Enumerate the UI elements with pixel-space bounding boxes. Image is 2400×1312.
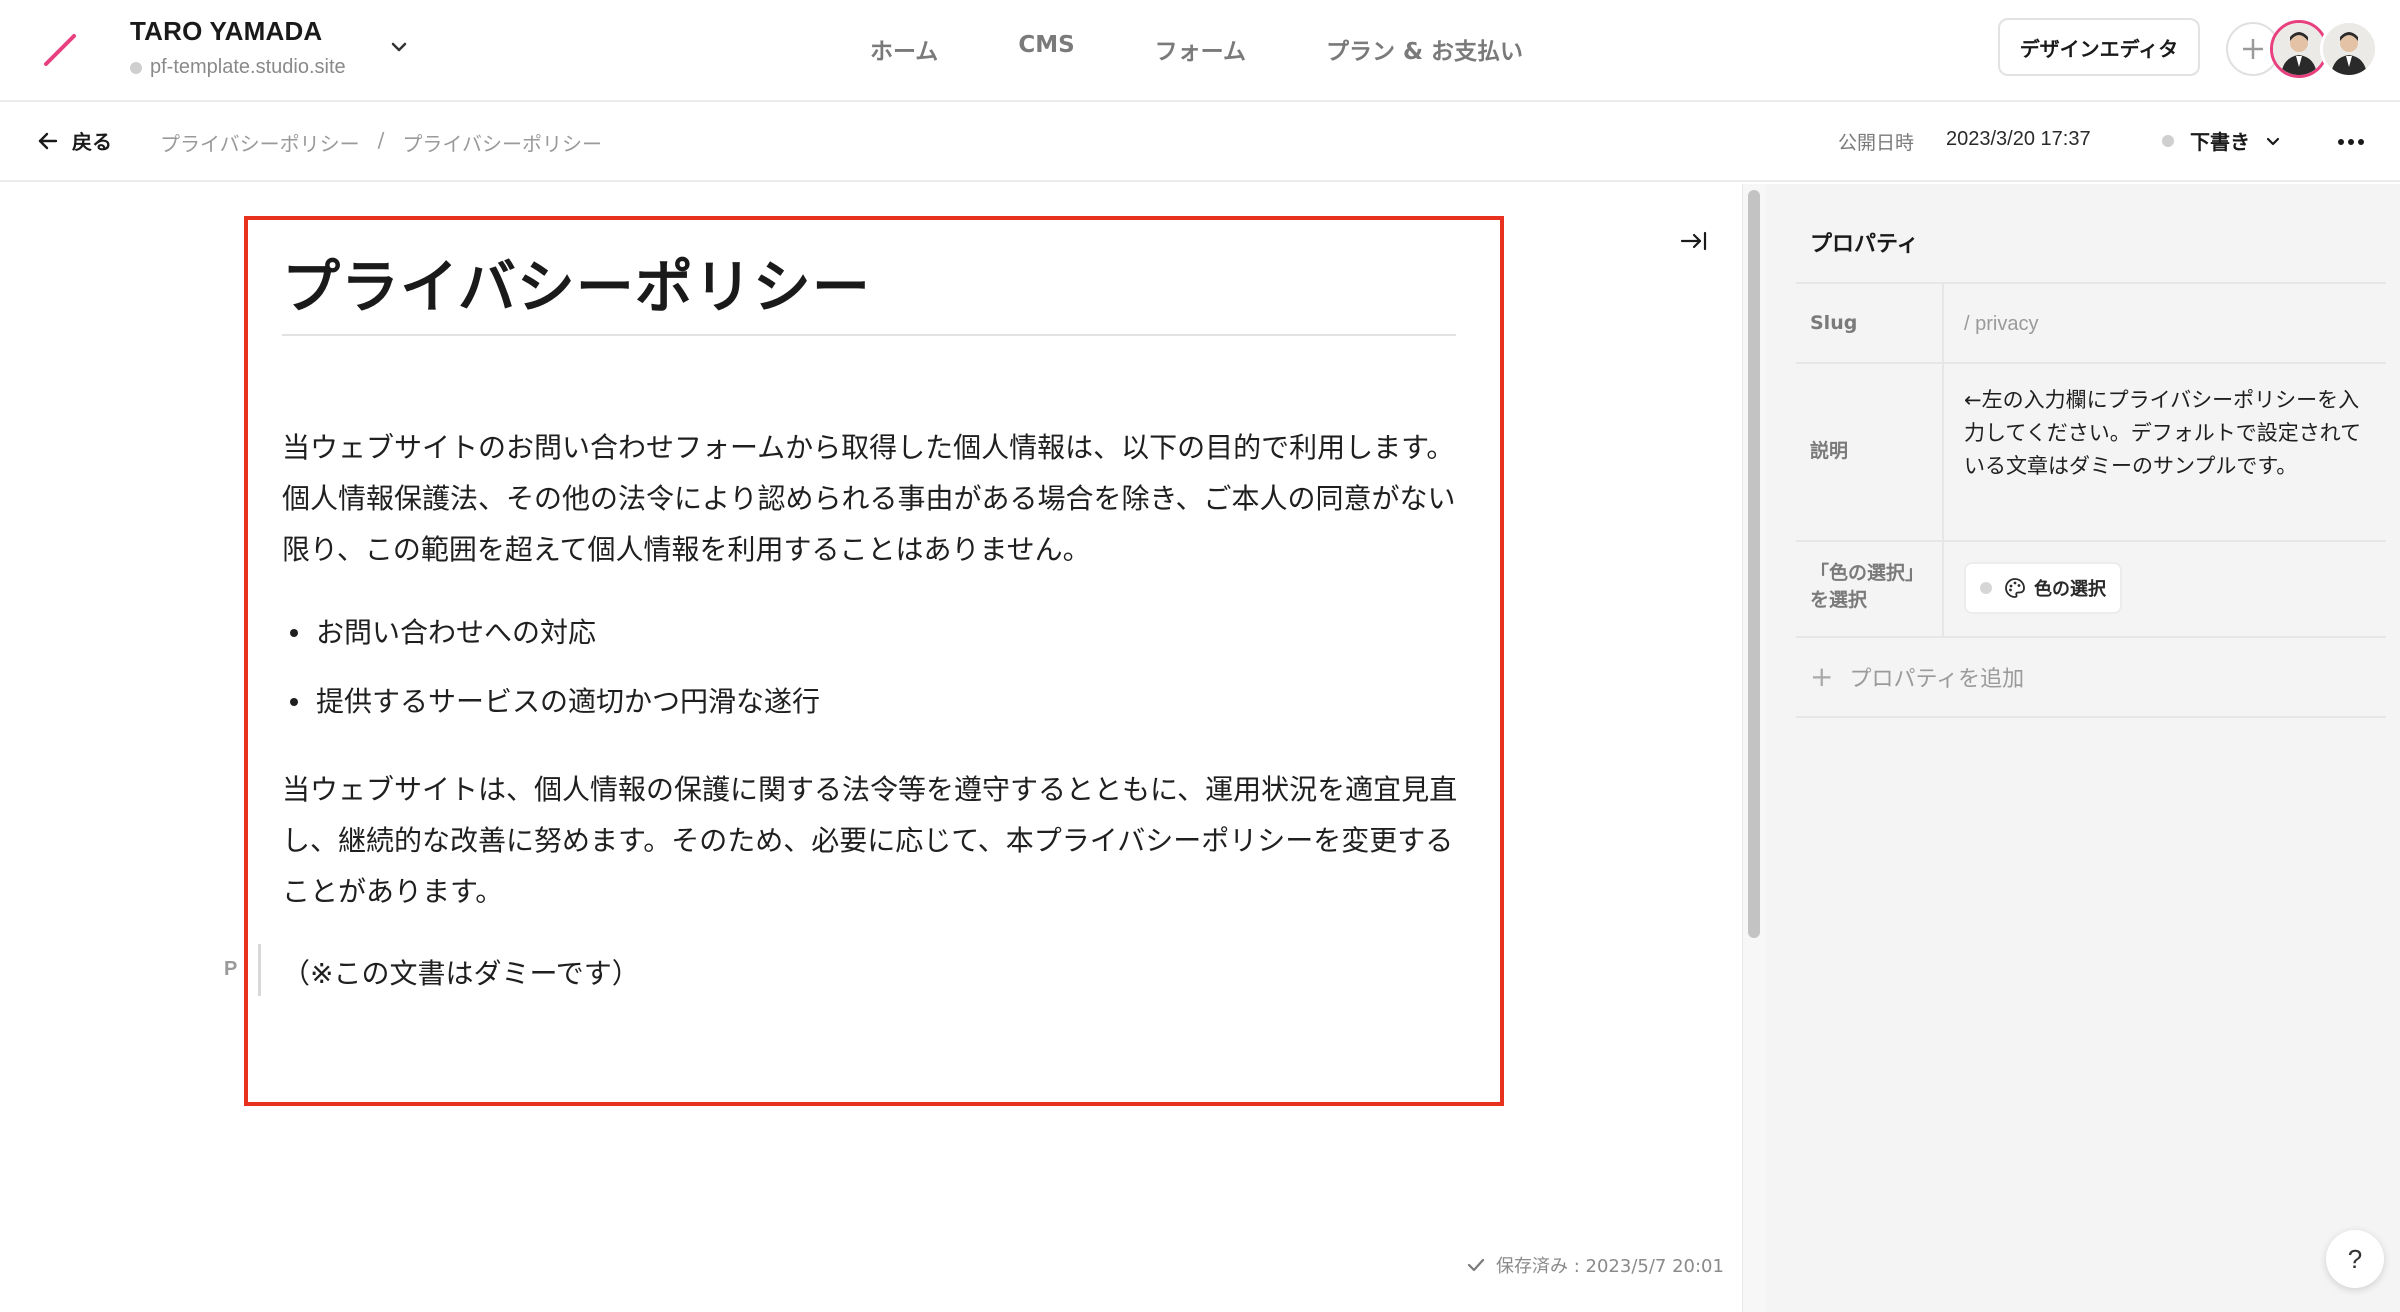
save-status-text: 保存済み : 2023/5/7 20:01 <box>1496 1256 1724 1277</box>
plus-icon <box>2243 39 2263 59</box>
body-paragraph[interactable]: 当ウェブサイトのお問い合わせフォームから取得した個人情報は、以下の目的で利用しま… <box>282 422 1462 575</box>
bullet-icon <box>290 698 298 706</box>
plus-icon: + <box>1810 660 1834 693</box>
property-column-divider <box>1942 542 1944 636</box>
color-select-label: 「色の選択」を選択 <box>1810 562 1925 611</box>
site-status-dot <box>130 61 142 74</box>
slug-label: Slug <box>1810 312 1858 334</box>
top-bar: TARO YAMADA pf-template.studio.site ホーム … <box>0 0 2400 102</box>
back-label: 戻る <box>72 130 112 154</box>
properties-panel <box>1766 184 2400 1312</box>
save-status: 保存済み : 2023/5/7 20:01 <box>1466 1252 1724 1278</box>
status-dropdown[interactable]: 下書き <box>2162 126 2282 155</box>
title-divider <box>282 334 1456 336</box>
block-type-label[interactable]: P <box>224 958 237 981</box>
list-item[interactable]: お問い合わせへの対応 <box>290 608 820 658</box>
active-block-indicator <box>258 944 261 996</box>
body-paragraph[interactable]: （※この文書はダミーです） <box>282 948 1462 999</box>
breadcrumb-item[interactable]: プライバシーポリシー <box>402 128 602 157</box>
color-select-button[interactable]: 色の選択 <box>1964 562 2122 614</box>
check-icon <box>1467 1258 1485 1272</box>
editor-sub-bar: 戻る プライバシーポリシー / プライバシーポリシー 公開日時 2023/3/2… <box>0 102 2400 182</box>
status-label: 下書き <box>2190 130 2250 154</box>
scrollbar-thumb[interactable] <box>1748 190 1760 938</box>
list-item-text: 提供するサービスの適切かつ円滑な遂行 <box>316 685 821 718</box>
site-name: TARO YAMADA <box>130 16 323 46</box>
user-avatar-icon <box>2273 23 2325 75</box>
arrow-left-icon <box>38 132 58 149</box>
avatar[interactable] <box>2320 20 2378 78</box>
chevron-down-icon[interactable] <box>388 36 410 58</box>
collapse-panel-icon[interactable] <box>1680 228 1708 254</box>
site-url: pf-template.studio.site <box>130 56 346 79</box>
description-field[interactable]: ←左の入力欄にプライバシーポリシーを入力してください。デフォルトで設定されている… <box>1964 384 2374 483</box>
breadcrumb: プライバシーポリシー / プライバシーポリシー <box>160 128 602 157</box>
property-column-divider <box>1942 364 1944 540</box>
design-editor-button[interactable]: デザインエディタ <box>1998 18 2200 76</box>
user-avatar-icon <box>2323 23 2375 75</box>
list-item-text: お問い合わせへの対応 <box>316 616 597 649</box>
help-button[interactable]: ? <box>2326 1230 2384 1288</box>
panel-divider <box>1796 636 2386 638</box>
nav-form[interactable]: フォーム <box>1155 32 1246 66</box>
status-dot <box>2162 134 2174 147</box>
add-property-label: プロパティを追加 <box>1849 666 2025 692</box>
back-button[interactable]: 戻る <box>36 126 112 155</box>
add-property-button[interactable]: + プロパティを追加 <box>1810 660 2024 693</box>
nav-home[interactable]: ホーム <box>870 32 938 66</box>
panel-divider <box>1796 362 2386 364</box>
document-title[interactable]: プライバシーポリシー <box>282 240 871 324</box>
site-url-text: pf-template.studio.site <box>150 56 346 78</box>
panel-divider <box>1796 716 2386 718</box>
properties-title: プロパティ <box>1810 232 1919 257</box>
list-item[interactable]: 提供するサービスの適切かつ円滑な遂行 <box>290 677 820 727</box>
color-select-text: 色の選択 <box>2034 579 2106 600</box>
bullet-list: お問い合わせへの対応 提供するサービスの適切かつ円滑な遂行 <box>290 608 820 746</box>
more-options-icon[interactable] <box>2336 130 2366 154</box>
color-swatch <box>1980 582 1992 594</box>
main-nav: ホーム CMS フォーム プラン & お支払い <box>870 32 1603 66</box>
property-column-divider <box>1942 284 1944 362</box>
bullet-icon <box>290 629 298 637</box>
studio-logo-icon[interactable] <box>40 30 80 70</box>
nav-plan-billing[interactable]: プラン & お支払い <box>1326 32 1523 66</box>
breadcrumb-item[interactable]: プライバシーポリシー <box>160 128 360 157</box>
description-label: 説明 <box>1810 440 1849 462</box>
chevron-down-icon <box>2266 137 2280 145</box>
body-paragraph[interactable]: 当ウェブサイトは、個人情報の保護に関する法令等を遵守するとともに、運用状況を適宜… <box>282 764 1462 917</box>
palette-icon <box>2005 578 2025 598</box>
panel-divider <box>1796 282 2386 284</box>
nav-cms[interactable]: CMS <box>1018 32 1074 66</box>
slug-field[interactable]: / privacy <box>1964 308 2038 341</box>
publish-date-label: 公開日時 <box>1838 132 1915 154</box>
panel-divider <box>1796 540 2386 542</box>
publish-date-value[interactable]: 2023/3/20 17:37 <box>1946 128 2091 151</box>
breadcrumb-separator: / <box>377 128 385 152</box>
